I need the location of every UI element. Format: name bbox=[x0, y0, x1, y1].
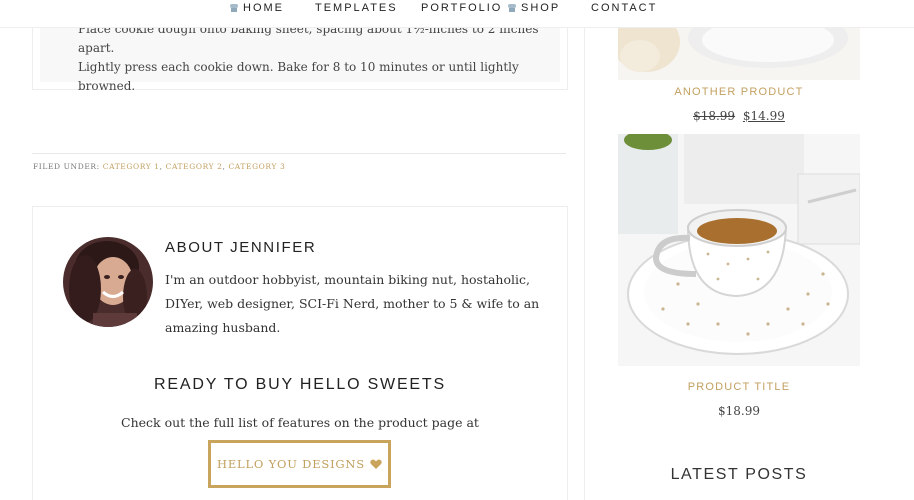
author-avatar bbox=[63, 237, 153, 327]
category-link[interactable]: CATEGORY 1 bbox=[103, 162, 160, 171]
sidebar-divider bbox=[584, 28, 585, 500]
entry-categories: FILED UNDER: CATEGORY 1, CATEGORY 2, CAT… bbox=[33, 162, 286, 171]
cupcake-icon bbox=[230, 4, 238, 12]
recipe-line: Lightly press each cookie down. Bake for… bbox=[78, 60, 519, 93]
author-title: ABOUT JENNIFER bbox=[165, 239, 317, 256]
product-title[interactable]: ANOTHER PRODUCT bbox=[618, 86, 860, 98]
author-bio: I'm an outdoor hobbyist, mountain biking… bbox=[165, 272, 540, 335]
nav-templates[interactable]: TEMPLATES bbox=[315, 0, 398, 16]
button-label: HELLO YOU DESIGNS bbox=[217, 457, 365, 471]
cupcake-icon bbox=[508, 4, 516, 12]
category-link[interactable]: CATEGORY 3 bbox=[228, 162, 285, 171]
avatar-image bbox=[63, 237, 153, 327]
product-price: $18.99 $14.99 bbox=[618, 109, 860, 123]
nav-contact[interactable]: CONTACT bbox=[591, 0, 657, 16]
sale-price: $14.99 bbox=[742, 109, 785, 123]
nav-shop[interactable]: SHOP bbox=[507, 0, 560, 16]
product-title[interactable]: PRODUCT TITLE bbox=[618, 381, 860, 393]
cta-heading: READY TO BUY HELLO SWEETS bbox=[154, 376, 446, 393]
price-value: $18.99 bbox=[718, 404, 760, 418]
recipe-instructions: Place cookie dough onto baking sheet, sp… bbox=[78, 22, 548, 96]
nav-contact-label: CONTACT bbox=[591, 2, 658, 14]
teacup-image bbox=[618, 134, 860, 366]
nav-shop-label: SHOP bbox=[521, 2, 561, 14]
cta-description: Check out the full list of features on t… bbox=[121, 415, 479, 430]
top-navigation: HOME TEMPLATES PORTFOLIO SHOP CONTACT bbox=[0, 0, 914, 28]
filed-under-label: FILED UNDER: bbox=[33, 162, 100, 171]
category-link[interactable]: CATEGORY 2 bbox=[166, 162, 223, 171]
nav-home-label: HOME bbox=[243, 2, 284, 14]
product-price: $18.99 bbox=[618, 404, 860, 418]
product-image[interactable] bbox=[618, 28, 860, 80]
product-image[interactable] bbox=[618, 134, 860, 366]
nav-portfolio-label: PORTFOLIO bbox=[421, 2, 503, 14]
nav-home[interactable]: HOME bbox=[229, 0, 284, 16]
original-price: $18.99 bbox=[693, 109, 736, 123]
latest-posts-heading: LATEST POSTS bbox=[670, 466, 808, 483]
nav-portfolio[interactable]: PORTFOLIO bbox=[421, 0, 502, 16]
divider bbox=[32, 153, 566, 154]
heart-icon bbox=[370, 459, 382, 469]
product-image-graphic bbox=[618, 28, 860, 80]
nav-templates-label: TEMPLATES bbox=[315, 2, 398, 14]
hello-you-designs-button[interactable]: HELLO YOU DESIGNS bbox=[208, 440, 391, 488]
